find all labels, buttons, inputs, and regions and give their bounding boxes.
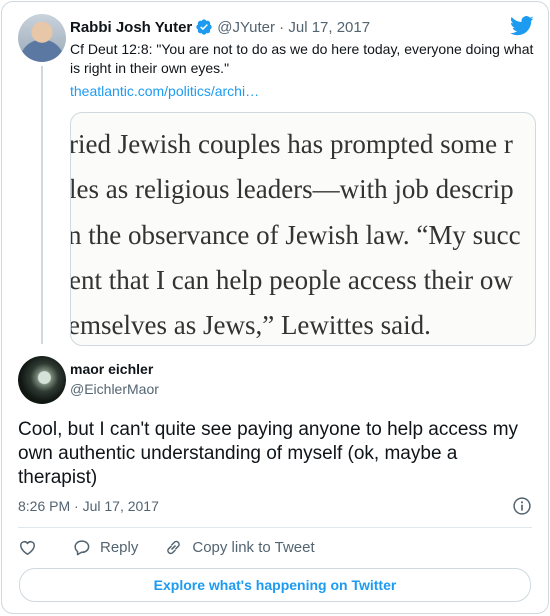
thread-connector-line xyxy=(41,66,43,344)
divider xyxy=(18,527,532,528)
twitter-bird-icon[interactable] xyxy=(510,16,534,36)
link-icon xyxy=(167,540,181,555)
copy-link-label: Copy link to Tweet xyxy=(192,539,315,556)
article-link[interactable]: theatlantic.com/politics/archi… xyxy=(70,83,259,99)
embedded-tweet-card: Rabbi Josh Yuter @JYuter · Jul 17, 2017 … xyxy=(1,1,549,614)
quote-image-line: ent that I can help people access their … xyxy=(70,265,513,295)
article-image[interactable]: ried Jewish couples has prompted some r … xyxy=(70,112,536,346)
reply-label: Reply xyxy=(100,539,139,556)
parent-tweet-text: Cf Deut 12:8: "You are not to do as we d… xyxy=(70,41,534,76)
handle-and-date[interactable]: @JYuter · Jul 17, 2017 xyxy=(217,19,370,36)
author-name[interactable]: maor eichler xyxy=(70,361,153,377)
explore-twitter-button[interactable]: Explore what's happening on Twitter xyxy=(19,568,531,602)
reply-icon xyxy=(74,540,90,556)
copy-link-button[interactable]: Copy link to Tweet xyxy=(164,538,315,557)
action-bar: Reply Copy link to Tweet xyxy=(18,538,341,557)
avatar[interactable] xyxy=(18,14,66,62)
reply-button[interactable]: Reply xyxy=(72,538,138,557)
quote-image-line: n the observance of Jewish law. “My succ xyxy=(70,220,521,250)
quote-image-line: ried Jewish couples has prompted some r xyxy=(70,129,513,159)
author-handle[interactable]: @EichlerMaor xyxy=(70,381,159,397)
quote-image-line: les as religious leaders—with job descri… xyxy=(70,174,514,204)
heart-icon xyxy=(20,541,35,555)
parent-tweet-header: Rabbi Josh Yuter @JYuter · Jul 17, 2017 xyxy=(70,18,370,36)
info-icon[interactable] xyxy=(512,496,532,516)
timestamp[interactable]: 8:26 PM · Jul 17, 2017 xyxy=(18,498,159,514)
quote-image-line: emselves as Jews,” Lewittes said. xyxy=(70,310,431,340)
reply-tweet-text: Cool, but I can't quite see paying anyon… xyxy=(18,419,519,488)
like-button[interactable] xyxy=(18,538,46,557)
author-name[interactable]: Rabbi Josh Yuter xyxy=(70,19,192,36)
verified-badge-icon xyxy=(196,19,212,35)
avatar[interactable] xyxy=(18,356,66,404)
